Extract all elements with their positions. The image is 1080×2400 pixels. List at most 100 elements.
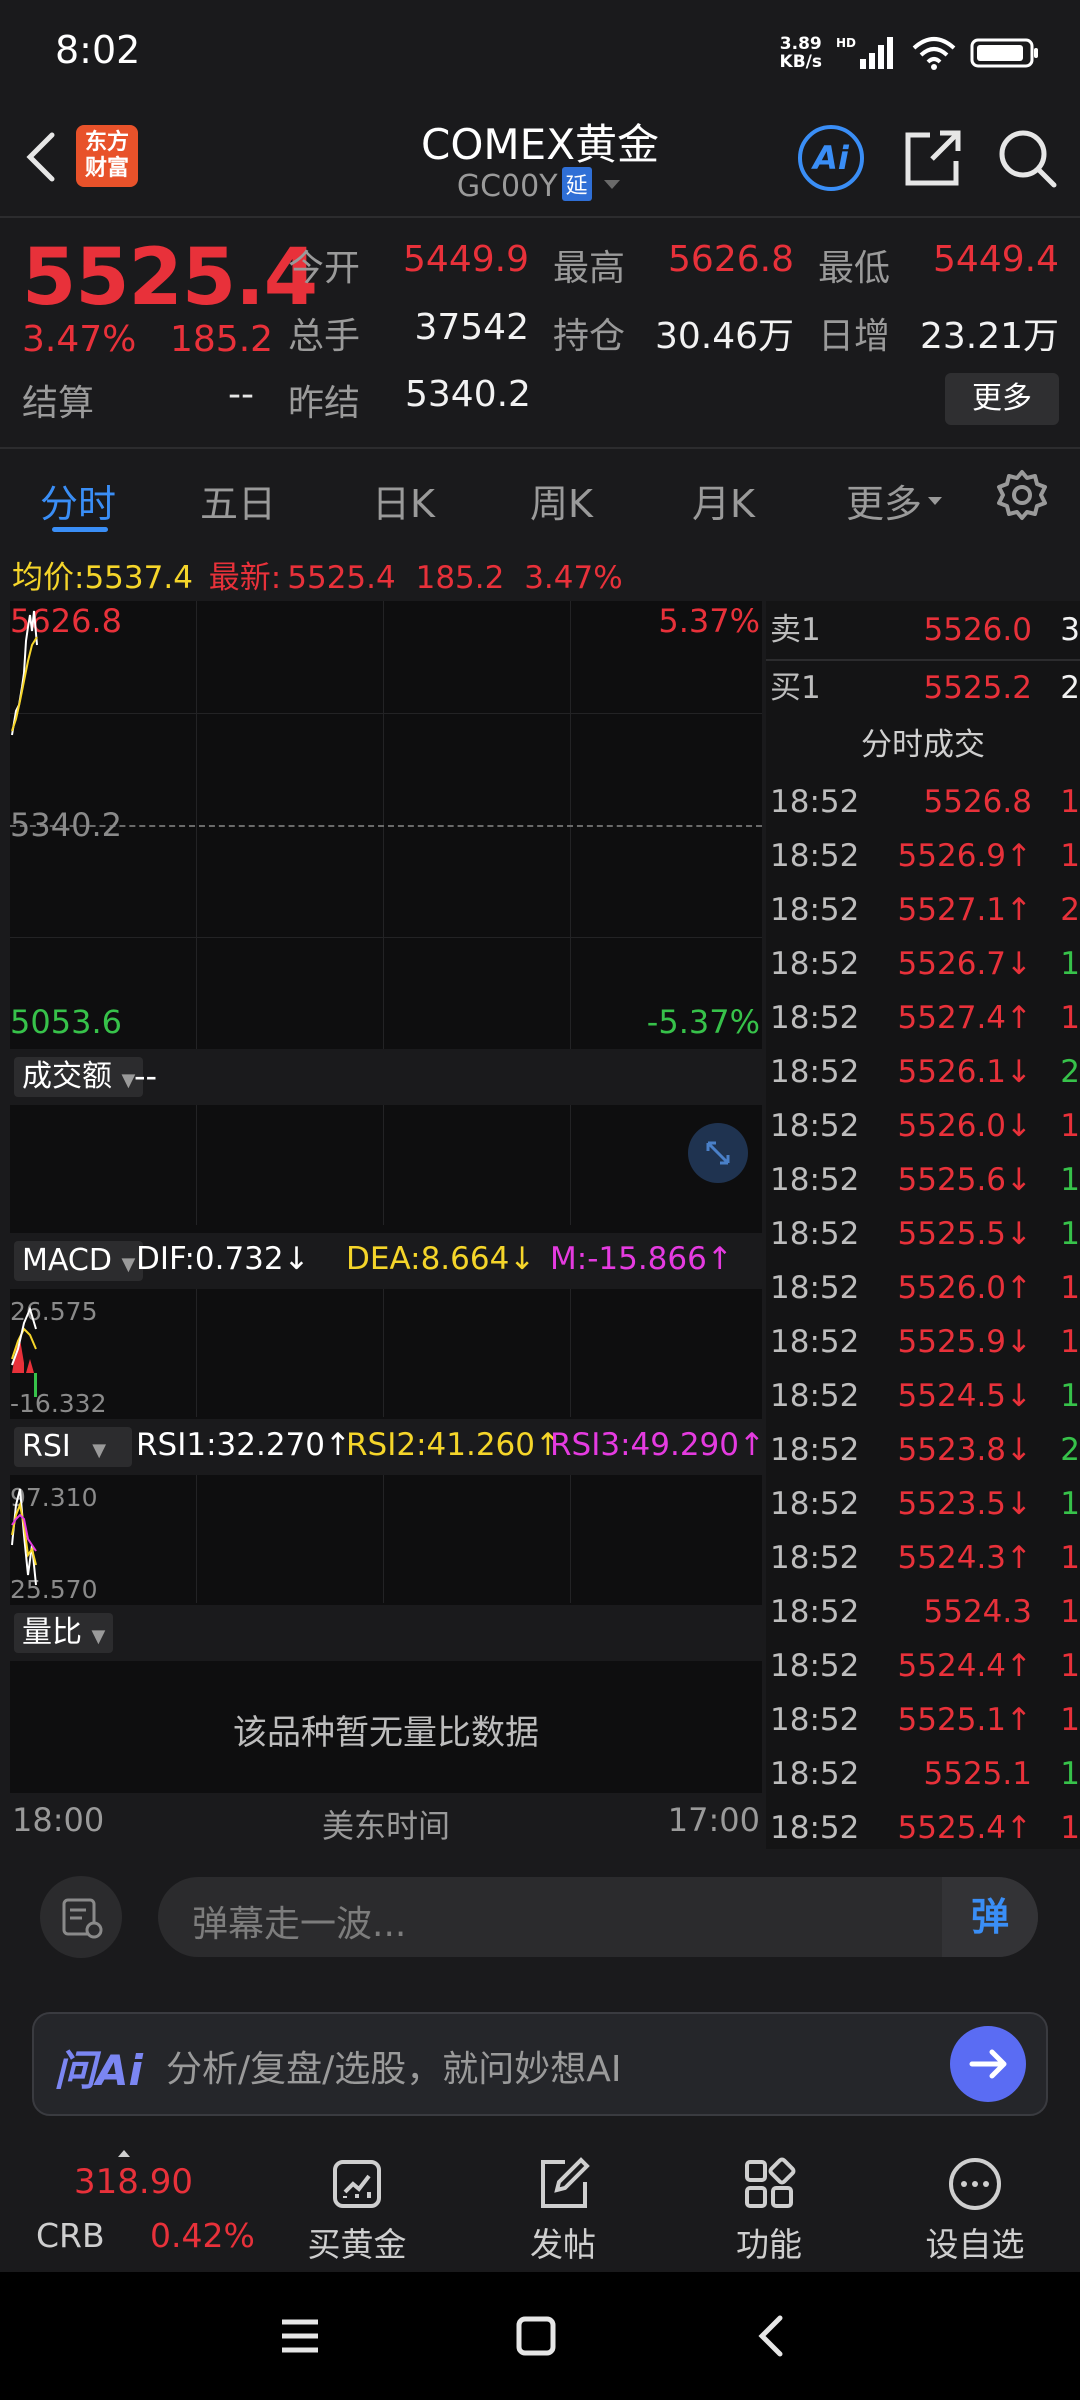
caret-down-icon: ▼	[91, 1626, 106, 1647]
caret-down-icon	[928, 497, 943, 505]
net-speed-unit: KB/s	[779, 51, 822, 72]
tab-five-day[interactable]: 五日	[200, 473, 276, 528]
time-axis: 18:00 美东时间 17:00	[10, 1793, 762, 1849]
bid-row: 买1 5525.2 2	[766, 661, 1080, 715]
more-quote-button[interactable]: 更多	[945, 373, 1059, 425]
expand-icon	[706, 1141, 730, 1165]
trade-row: 18:52 5526.8 1	[766, 775, 1080, 829]
tab-daily-k[interactable]: 日K	[372, 473, 435, 528]
expand-chart-button[interactable]	[688, 1123, 748, 1183]
prev-settle-label: 昨结	[288, 383, 361, 424]
low-label: 最低	[818, 248, 891, 289]
time-axis-end: 17:00	[667, 1801, 760, 1839]
trade-price: 5526.9↑	[897, 838, 1032, 874]
settle-label: 结算	[22, 383, 95, 424]
order-book-panel: 卖1 5526.0 3 买1 5525.2 2 分时成交 18:52 5526.8…	[766, 601, 1080, 1849]
danmu-placeholder: 弹幕走一波...	[192, 1904, 407, 1945]
danmu-send-button[interactable]: 弹	[942, 1877, 1038, 1957]
ai-assistant-button[interactable]: Ai	[798, 125, 864, 191]
trade-time: 18:52	[770, 1756, 860, 1792]
last-price: 5525.4	[22, 233, 318, 323]
edit-icon	[541, 2157, 590, 2208]
macd-m: M:-15.866↑	[550, 1241, 733, 1277]
trade-price: 5526.0↓	[897, 1108, 1032, 1144]
trade-row: 18:52 5524.4↑ 1	[766, 1639, 1080, 1693]
trade-volume: 1	[1060, 1702, 1080, 1738]
pct-axis-max: 5.37%	[658, 602, 760, 640]
nav-functions-label: 功能	[736, 2225, 802, 2264]
time-axis-zone: 美东时间	[321, 1807, 450, 1845]
ask-row: 卖1 5526.0 3	[766, 603, 1080, 657]
amount-dropdown[interactable]: 成交额 ▼	[14, 1057, 144, 1097]
open-label: 今开	[288, 248, 361, 289]
trade-price: 5525.1	[923, 1756, 1032, 1792]
trade-row: 18:52 5526.7↓ 1	[766, 937, 1080, 991]
ai-ask-submit-button[interactable]	[950, 2026, 1026, 2102]
trade-row: 18:52 5524.5↓ 1	[766, 1369, 1080, 1423]
rsi1-value: RSI1:32.270↑	[136, 1427, 351, 1463]
macd-dropdown[interactable]: MACD ▼	[14, 1241, 144, 1281]
trade-volume: 1	[1060, 838, 1080, 874]
notes-icon	[62, 1898, 103, 1939]
trade-row: 18:52 5525.4↑ 1	[766, 1801, 1080, 1855]
volume-ratio-dropdown[interactable]: 量比 ▼	[14, 1613, 114, 1653]
trade-time: 18:52	[770, 1810, 860, 1846]
amount-value: --	[134, 1057, 158, 1095]
nav-add-watchlist[interactable]: 设自选	[890, 2146, 1060, 2272]
trade-time: 18:52	[770, 892, 860, 928]
caret-up-icon	[118, 2150, 130, 2157]
trade-row: 18:52 5525.9↓ 1	[766, 1315, 1080, 1369]
nav-buy-gold[interactable]: 买黄金	[272, 2146, 442, 2272]
trade-price: 5523.5↓	[897, 1486, 1032, 1522]
trade-volume: 2	[1060, 1432, 1080, 1468]
change-amount: 185.2	[170, 319, 274, 360]
latest-value: 5525.4	[287, 560, 396, 596]
home-icon[interactable]	[514, 2314, 558, 2358]
trade-volume: 1	[1060, 1540, 1080, 1576]
volume-value: 37542	[414, 307, 529, 348]
trade-time: 18:52	[770, 946, 860, 982]
battery-icon	[970, 38, 1038, 67]
tab-weekly-k[interactable]: 周K	[530, 473, 593, 528]
trade-price: 5525.1↑	[897, 1702, 1032, 1738]
macd-bars	[11, 1306, 37, 1397]
delay-badge: 延	[561, 167, 592, 201]
intraday-chart[interactable]: 5626.8 5.37% 5340.2 5053.6 -5.37% 成交额 ▼ …	[10, 601, 765, 1849]
nav-add-watchlist-label: 设自选	[925, 2225, 1025, 2264]
open-value: 5449.9	[403, 239, 529, 280]
quote-panel: 5525.4 3.47% 185.2 结算 -- 今开 5449.9 最高 56…	[0, 219, 1080, 447]
chart-period-tabs: 分时 五日 日K 周K 月K 更多	[0, 449, 1080, 541]
trade-price: 5525.9↓	[897, 1324, 1032, 1360]
crb-percent: 0.42%	[150, 2216, 255, 2255]
tab-monthly-k[interactable]: 月K	[692, 473, 755, 528]
bottom-nav: 318.90 CRB 0.42% 买黄金 发帖 功能 设自选	[0, 2146, 1080, 2272]
volume-label: 总手	[288, 316, 361, 357]
search-icon[interactable]	[996, 127, 1058, 189]
ai-label: Ai	[813, 139, 849, 177]
rsi-dropdown[interactable]: RSI ▼	[14, 1427, 132, 1467]
nav-buy-gold-label: 买黄金	[307, 2225, 407, 2264]
tab-more[interactable]: 更多	[846, 473, 944, 528]
trade-row: 18:52 5526.9↑ 1	[766, 829, 1080, 883]
settings-gear-icon[interactable]	[996, 469, 1048, 521]
tab-intraday[interactable]: 分时	[40, 473, 116, 528]
nav-post[interactable]: 发帖	[478, 2146, 648, 2272]
caret-down-icon: ▼	[92, 1440, 107, 1461]
trade-time: 18:52	[770, 1702, 860, 1738]
back-icon[interactable]	[752, 2312, 792, 2360]
latest-change: 185.2	[415, 560, 505, 596]
share-icon[interactable]	[902, 127, 964, 189]
menu-icon[interactable]	[278, 2314, 322, 2358]
trade-time: 18:52	[770, 1648, 860, 1684]
amount-panel-header: 成交额 ▼ --	[10, 1049, 762, 1105]
trade-volume: 1	[1060, 1486, 1080, 1522]
notes-button[interactable]	[40, 1876, 122, 1958]
macd-panel-header: MACD ▼ DIF:0.732↓ DEA:8.664↓ M:-15.866↑	[10, 1233, 762, 1289]
trade-volume: 1	[1060, 1324, 1080, 1360]
crb-index-item[interactable]: 318.90 CRB 0.42%	[0, 2146, 270, 2272]
status-time: 8:02	[55, 28, 141, 72]
nav-functions[interactable]: 功能	[684, 2146, 854, 2272]
avg-value: 5537.4	[84, 560, 193, 596]
rsi3-value: RSI3:49.290↑	[550, 1427, 765, 1463]
bid-volume: 2	[1060, 670, 1080, 706]
